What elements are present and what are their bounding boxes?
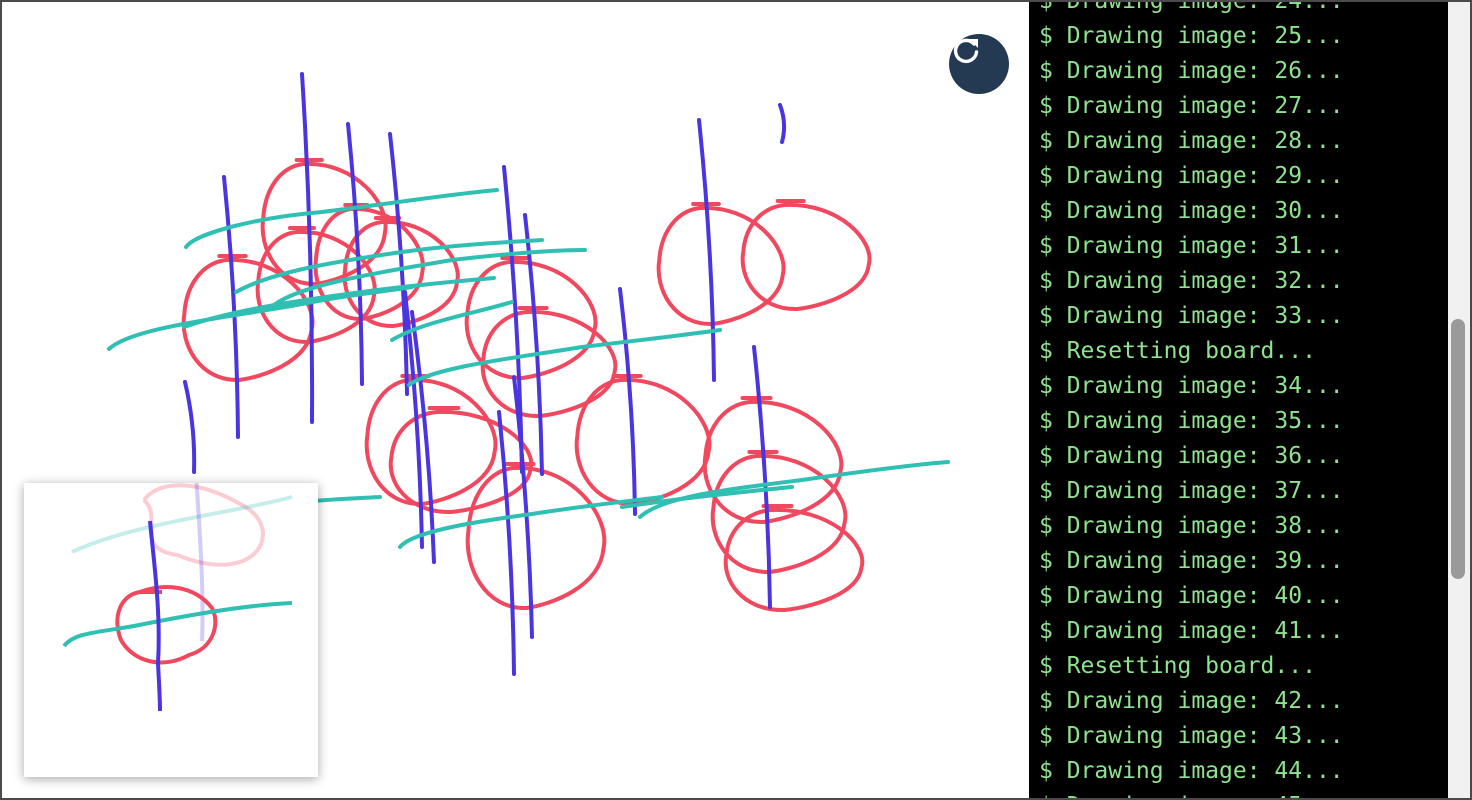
preview-thumbnail (24, 483, 318, 777)
drawing-canvas[interactable] (2, 2, 1029, 798)
terminal-line: $ Drawing image: 25... (1039, 23, 1344, 49)
red-circle-stroke (656, 202, 786, 327)
terminal-line: $ Drawing image: 43... (1039, 723, 1344, 749)
terminal-line: $ Drawing image: 27... (1039, 93, 1344, 119)
terminal-log[interactable]: $ Drawing image: 24... $ Drawing image: 2… (1029, 2, 1470, 798)
terminal-line: $ Drawing image: 24... (1039, 2, 1344, 19)
terminal-line: $ Drawing image: 26... (1039, 58, 1344, 84)
terminal-line: $ Drawing image: 36... (1039, 443, 1344, 469)
terminal-line: $ Drawing image: 42... (1039, 688, 1344, 714)
terminal-line: $ Drawing image: 33... (1039, 303, 1344, 329)
teal-horizontal-stroke (184, 188, 499, 249)
red-circle-stroke (702, 396, 844, 525)
teal-horizontal-stroke (638, 460, 950, 519)
refresh-icon (953, 38, 979, 64)
teal-horizontal-stroke (407, 328, 722, 387)
terminal-line: $ Drawing image: 45... (1039, 789, 1344, 798)
terminal-lines: $ Drawing image: 24... $ Drawing image: 2… (1039, 2, 1344, 798)
terminal-line: $ Drawing image: 30... (1039, 198, 1344, 224)
blue-vertical-stroke (752, 345, 772, 609)
terminal-line: $ Drawing image: 31... (1039, 233, 1344, 259)
blue-vertical-stroke (697, 118, 716, 382)
terminal-line: $ Drawing image: 40... (1039, 583, 1344, 609)
terminal-line: $ Drawing image: 39... (1039, 548, 1344, 574)
terminal-line: $ Resetting board... (1039, 338, 1316, 364)
red-circle-stroke (740, 199, 872, 312)
blue-vertical-stroke (618, 287, 637, 516)
red-circle-stroke (388, 406, 534, 515)
blue-vertical-stroke (388, 132, 409, 396)
terminal-line: $ Resetting board... (1039, 653, 1316, 679)
preview-drawing (62, 483, 293, 712)
blue-vertical-stroke (497, 410, 516, 676)
blue-vertical-stroke (183, 380, 197, 474)
terminal-line: $ Drawing image: 28... (1039, 128, 1344, 154)
app-window: $ Drawing image: 24... $ Drawing image: 2… (0, 0, 1472, 800)
blue-vertical-stroke (778, 103, 787, 144)
refresh-button[interactable] (949, 34, 1009, 94)
scrollbar-thumb[interactable] (1451, 319, 1465, 579)
terminal-line: $ Drawing image: 44... (1039, 758, 1344, 784)
red-circle-stroke (710, 450, 848, 575)
red-circle-stroke (465, 462, 607, 611)
red-circle-stroke (181, 254, 315, 383)
terminal-line: $ Drawing image: 34... (1039, 373, 1344, 399)
terminal-line: $ Drawing image: 37... (1039, 478, 1344, 504)
blue-vertical-stroke (222, 175, 240, 439)
terminal-line: $ Drawing image: 32... (1039, 268, 1344, 294)
terminal-line: $ Drawing image: 41... (1039, 618, 1344, 644)
terminal-line: $ Drawing image: 29... (1039, 163, 1344, 189)
terminal-line: $ Drawing image: 38... (1039, 513, 1344, 539)
terminal-line: $ Drawing image: 35... (1039, 408, 1344, 434)
blue-vertical-stroke (300, 72, 315, 424)
terminal-scrollbar[interactable] (1448, 2, 1470, 798)
